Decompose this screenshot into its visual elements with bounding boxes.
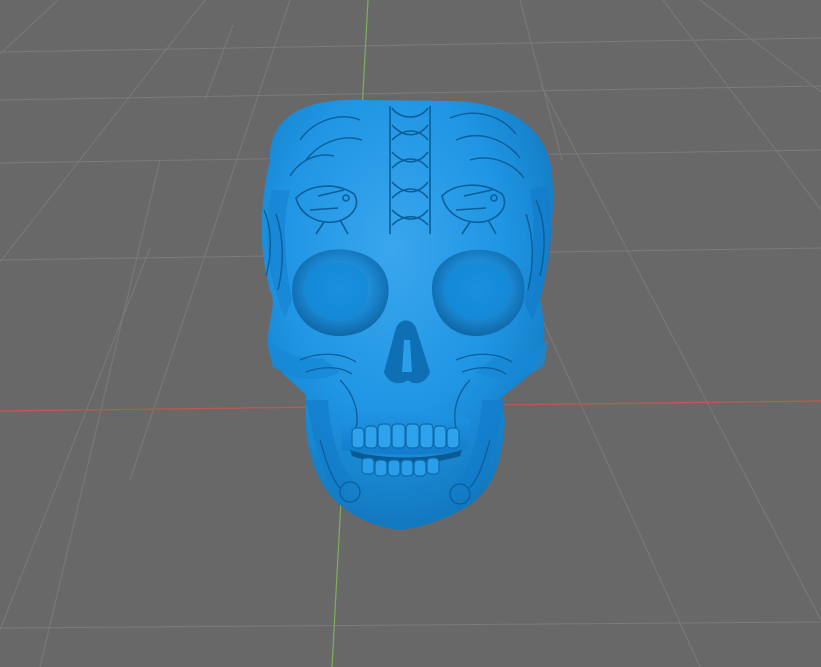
right-eye-inner [444, 262, 510, 320]
3d-viewport[interactable] [0, 0, 821, 667]
skull-model[interactable] [261, 99, 554, 530]
viewport-canvas[interactable] [0, 0, 821, 667]
upper-teeth [351, 423, 460, 449]
